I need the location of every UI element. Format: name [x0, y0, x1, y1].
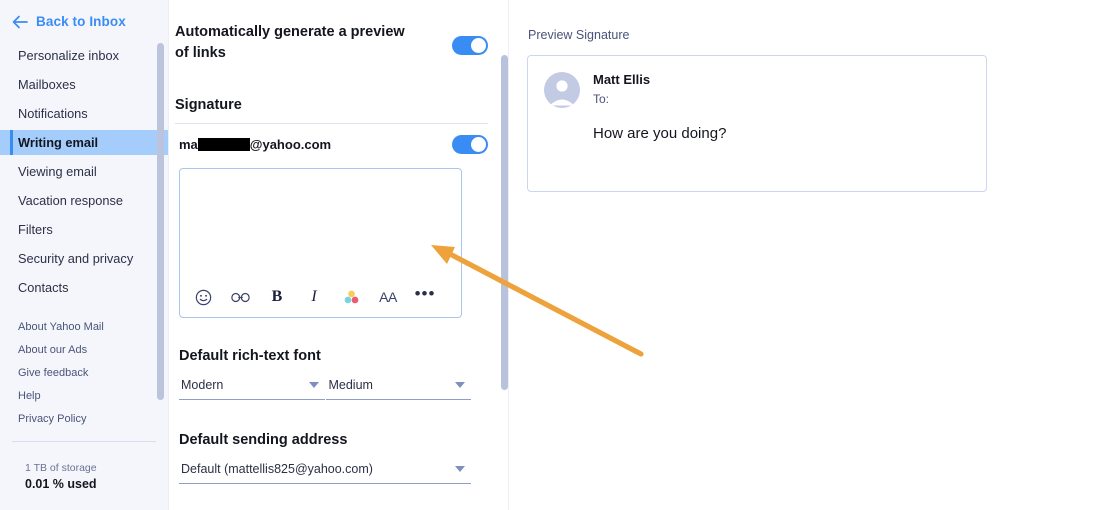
settings-scrollbar[interactable] — [501, 55, 508, 390]
sending-address-select[interactable]: Default (mattellis825@yahoo.com) — [179, 462, 471, 485]
preview-to-label: To: — [593, 91, 610, 106]
emoji-icon[interactable] — [192, 286, 214, 308]
signature-toolbar: B I AA ••• — [180, 277, 461, 317]
font-size-icon[interactable]: AA — [377, 286, 399, 308]
sending-address-value: Default (mattellis825@yahoo.com) — [181, 462, 373, 477]
sidebar-item-label: Viewing email — [18, 164, 97, 179]
italic-icon[interactable]: I — [303, 286, 325, 308]
sidebar-item-notifications[interactable]: Notifications — [0, 101, 168, 126]
link-preview-label: Automatically generate a preview of link… — [175, 24, 405, 61]
email-prefix: ma — [179, 137, 198, 153]
sidebar-item-label: Filters — [18, 222, 53, 237]
rich-text-font-group: Default rich-text font Modern Medium — [179, 348, 488, 401]
link-privacy-policy[interactable]: Privacy Policy — [0, 413, 168, 425]
sidebar-footer-links: About Yahoo Mail About our Ads Give feed… — [0, 321, 168, 425]
sending-address-label: Default sending address — [179, 432, 348, 449]
arrow-left-icon — [12, 15, 28, 29]
storage-info: 1 TB of storage 0.01 % used — [0, 462, 168, 491]
link-preview-toggle[interactable] — [452, 36, 488, 55]
font-family-value: Modern — [181, 378, 224, 393]
signature-heading: Signature — [175, 97, 242, 114]
signature-account-row: ma @yahoo.com — [175, 123, 488, 155]
font-size-value: Medium — [328, 378, 373, 393]
chevron-down-icon — [455, 466, 465, 473]
sidebar-item-contacts[interactable]: Contacts — [0, 275, 168, 300]
sidebar-item-label: Mailboxes — [18, 77, 76, 92]
storage-total-label: 1 TB of storage — [25, 462, 97, 474]
rich-text-font-label: Default rich-text font — [179, 348, 321, 365]
signature-editor[interactable]: B I AA ••• — [179, 168, 462, 319]
sidebar-item-label: Security and privacy — [18, 251, 134, 266]
back-to-inbox-label: Back to Inbox — [36, 14, 126, 29]
person-avatar-icon — [544, 72, 580, 108]
sidebar: Back to Inbox Personalize inbox Mailboxe… — [0, 0, 168, 510]
signature-account-email: ma @yahoo.com — [175, 137, 331, 152]
sidebar-item-filters[interactable]: Filters — [0, 217, 168, 242]
storage-used-label: 0.01 % used — [25, 477, 97, 491]
link-icon[interactable] — [229, 286, 251, 308]
text-color-icon[interactable] — [340, 286, 362, 308]
link-preview-setting: Automatically generate a preview of link… — [175, 0, 488, 63]
toggle-knob — [471, 137, 486, 153]
settings-page: Back to Inbox Personalize inbox Mailboxe… — [0, 0, 1100, 510]
chevron-down-icon — [455, 382, 465, 389]
sidebar-item-personalize-inbox[interactable]: Personalize inbox — [0, 43, 168, 68]
preview-panel: Preview Signature Matt Ellis To: How are… — [508, 0, 1100, 510]
sidebar-item-security-and-privacy[interactable]: Security and privacy — [0, 246, 168, 271]
sidebar-scrollbar[interactable] — [157, 43, 164, 400]
sidebar-nav: Personalize inbox Mailboxes Notification… — [0, 43, 168, 300]
sidebar-item-mailboxes[interactable]: Mailboxes — [0, 72, 168, 97]
sidebar-item-label: Personalize inbox — [18, 48, 120, 63]
toggle-knob — [471, 38, 486, 53]
link-give-feedback[interactable]: Give feedback — [0, 367, 168, 379]
link-about-yahoo-mail[interactable]: About Yahoo Mail — [0, 321, 168, 333]
sidebar-item-viewing-email[interactable]: Viewing email — [0, 159, 168, 184]
signature-preview-card: Matt Ellis To: How are you doing? — [527, 55, 987, 192]
chevron-down-icon — [309, 382, 320, 389]
font-family-select[interactable]: Modern — [179, 378, 326, 401]
redaction-bar — [197, 138, 250, 152]
preview-body-text: How are you doing? — [593, 125, 727, 142]
link-about-our-ads[interactable]: About our Ads — [0, 344, 168, 356]
sidebar-item-label: Vacation response — [18, 193, 124, 208]
font-size-select[interactable]: Medium — [326, 378, 471, 401]
more-options-icon[interactable]: ••• — [414, 284, 436, 308]
sidebar-item-label: Contacts — [18, 280, 69, 295]
sidebar-item-label: Notifications — [18, 106, 88, 121]
preview-sender-name: Matt Ellis — [593, 72, 651, 87]
bold-icon[interactable]: B — [266, 286, 288, 308]
signature-toggle[interactable] — [452, 135, 488, 155]
sidebar-item-vacation-response[interactable]: Vacation response — [0, 188, 168, 213]
sidebar-divider — [12, 441, 156, 442]
sidebar-item-label: Writing email — [18, 135, 99, 150]
link-help[interactable]: Help — [0, 390, 168, 402]
sidebar-item-writing-email[interactable]: Writing email — [0, 130, 168, 155]
email-suffix: @yahoo.com — [249, 137, 332, 153]
sending-address-group: Default sending address Default (mattell… — [179, 432, 488, 485]
preview-signature-title: Preview Signature — [528, 28, 630, 42]
settings-panel: Automatically generate a preview of link… — [168, 0, 508, 510]
back-to-inbox-link[interactable]: Back to Inbox — [0, 0, 168, 41]
